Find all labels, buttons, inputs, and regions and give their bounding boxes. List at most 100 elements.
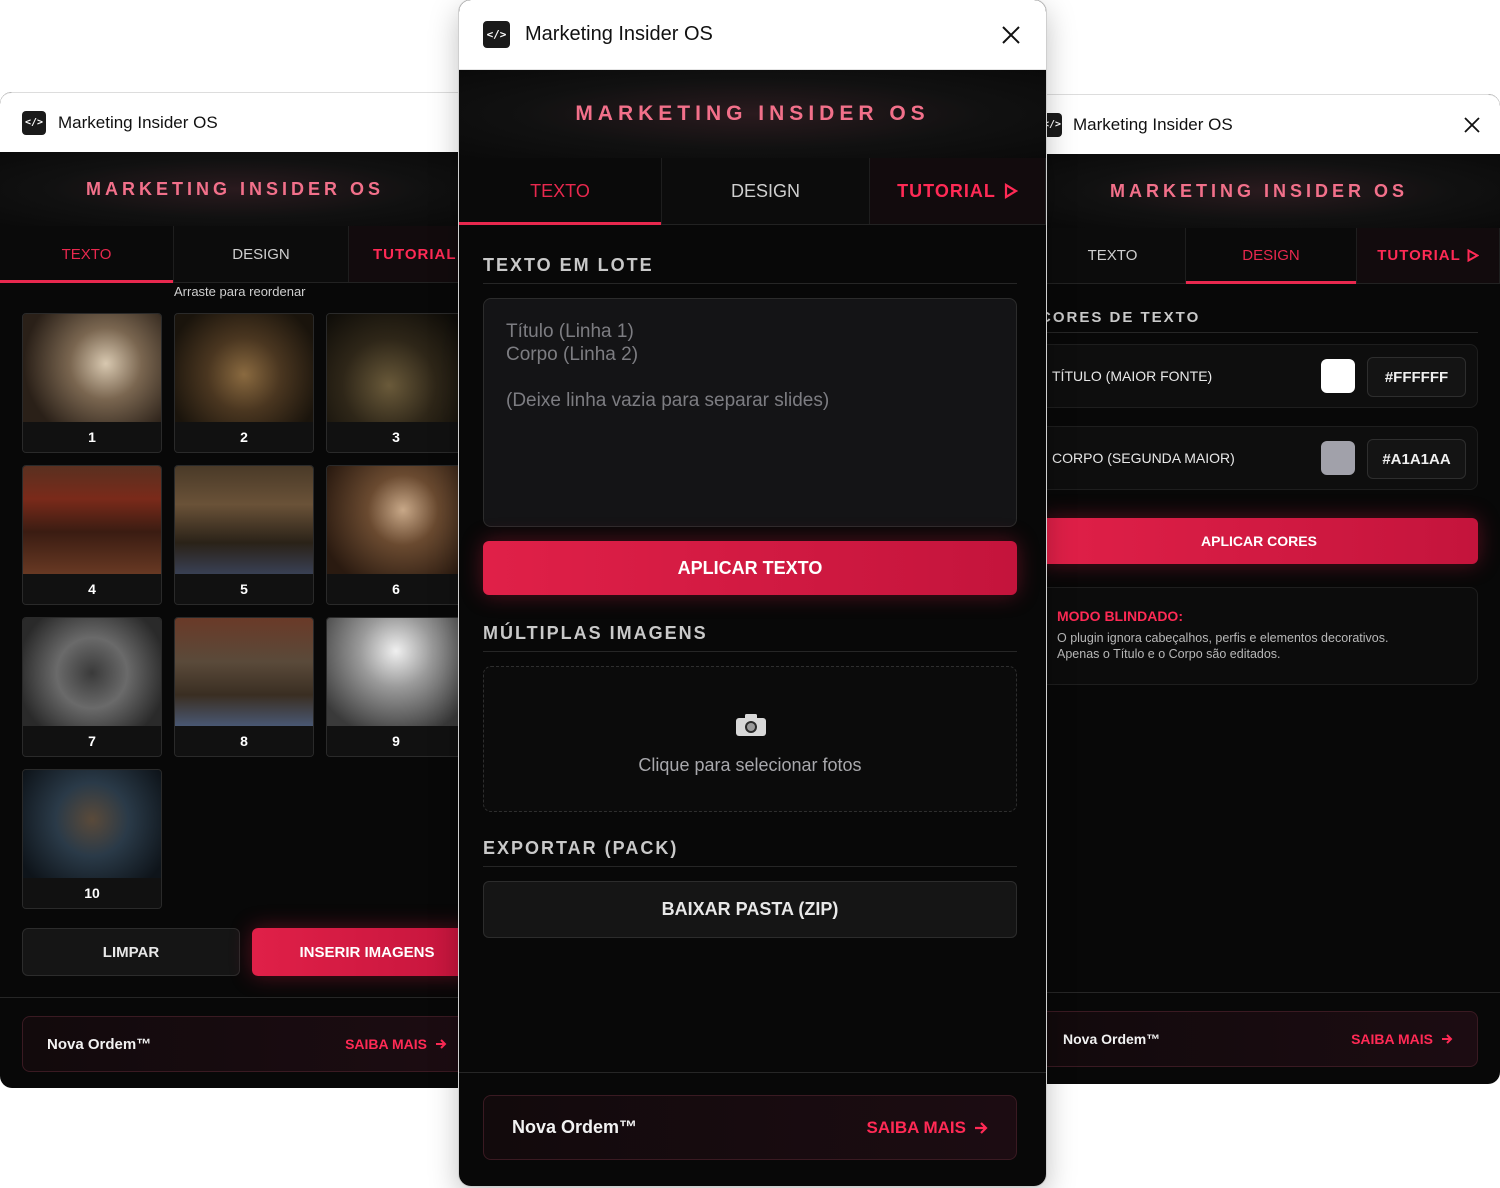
- photo-thumbnail: [327, 314, 465, 424]
- clear-button[interactable]: LIMPAR: [22, 928, 240, 976]
- tab-design[interactable]: DESIGN: [174, 226, 349, 282]
- footer-card[interactable]: Nova Ordem™ SAIBA MAIS: [22, 1016, 470, 1072]
- shield-mode-line2: Apenas o Título e o Corpo são editados.: [1057, 647, 1281, 661]
- tab-label: TEXTO: [530, 180, 590, 201]
- section-divider: [483, 866, 1017, 867]
- footer-divider: [0, 997, 470, 998]
- body-color-swatch[interactable]: [1321, 441, 1355, 475]
- body-color-input[interactable]: #A1A1AA: [1367, 439, 1466, 479]
- photo-thumbnail: [23, 770, 161, 880]
- shield-mode-line1: O plugin ignora cabeçalhos, perfis e ele…: [1057, 631, 1389, 645]
- arrow-right-icon: [975, 1121, 988, 1134]
- insert-images-button[interactable]: INSERIR IMAGENS: [252, 928, 470, 976]
- photo-thumbnail: [175, 466, 313, 576]
- section-divider: [483, 283, 1017, 284]
- thumbnail-3[interactable]: 3: [326, 313, 466, 453]
- thumbnail-4[interactable]: 4: [22, 465, 162, 605]
- title-color-label: TÍTULO (MAIOR FONTE): [1052, 368, 1213, 384]
- body-color-row: CORPO (SEGUNDA MAIOR) #A1A1AA: [1040, 426, 1478, 490]
- tab-label: DESIGN: [730, 180, 800, 201]
- tab-tutorial[interactable]: TUTORIAL: [1357, 228, 1500, 283]
- title-bar: </> Marketing Insider OS: [459, 0, 1046, 70]
- play-triangle-icon: [1467, 249, 1479, 262]
- thumbnail-2[interactable]: 2: [174, 313, 314, 453]
- center-plugin-window: </> Marketing Insider OS MARKETING INSID…: [459, 0, 1046, 1186]
- thumbnail-number: 9: [327, 726, 465, 756]
- apply-text-button[interactable]: APLICAR TEXTO: [483, 541, 1017, 595]
- brand-title: MARKETING INSIDER OS: [1109, 180, 1408, 201]
- shield-mode-title: MODO BLINDADO:: [1057, 608, 1183, 624]
- photo-thumbnail: [23, 466, 161, 576]
- learn-more-label: SAIBA MAIS: [345, 1036, 427, 1052]
- tab-label: TUTORIAL: [1377, 247, 1461, 264]
- section-divider: [483, 651, 1017, 652]
- window-title: Marketing Insider OS: [525, 23, 713, 45]
- title-color-input[interactable]: #FFFFFF: [1367, 357, 1466, 397]
- learn-more-link[interactable]: SAIBA MAIS: [345, 1036, 447, 1052]
- tab-design[interactable]: DESIGN: [1186, 228, 1357, 284]
- tab-label: TEXTO: [1087, 247, 1138, 264]
- thumbnail-number: 1: [23, 422, 161, 452]
- body-color-label: CORPO (SEGUNDA MAIOR): [1052, 450, 1235, 466]
- footer-brand: Nova Ordem™: [47, 1035, 152, 1053]
- window-title: Marketing Insider OS: [1073, 114, 1233, 134]
- section-title: EXPORTAR (PACK): [483, 838, 679, 858]
- thumbnail-9[interactable]: 9: [326, 617, 466, 757]
- section-divider: [1040, 332, 1478, 333]
- tab-tutorial[interactable]: TUTORIAL: [349, 226, 470, 282]
- title-color-row: TÍTULO (MAIOR FONTE) #FFFFFF: [1040, 344, 1478, 408]
- camera-icon: [736, 714, 766, 736]
- tab-texto[interactable]: TEXTO: [0, 226, 174, 283]
- footer-divider: [459, 1072, 1046, 1073]
- brand-header: MARKETING INSIDER OS: [0, 152, 470, 226]
- tab-label: DESIGN: [1242, 247, 1300, 264]
- thumbnail-number: 5: [175, 574, 313, 604]
- close-icon[interactable]: [1464, 117, 1480, 133]
- close-icon[interactable]: [1002, 26, 1020, 44]
- tab-tutorial[interactable]: TUTORIAL: [870, 158, 1046, 224]
- section-title: CORES DE TEXTO: [1040, 309, 1201, 326]
- tab-bar: TEXTO DESIGN TUTORIAL: [459, 158, 1046, 225]
- photo-thumbnail: [327, 618, 465, 728]
- tab-design[interactable]: DESIGN: [662, 158, 870, 224]
- photo-thumbnail: [175, 314, 313, 424]
- title-color-swatch[interactable]: [1321, 359, 1355, 393]
- arrow-right-icon: [1442, 1034, 1453, 1044]
- thumbnail-1[interactable]: 1: [22, 313, 162, 453]
- tab-label: TEXTO: [61, 245, 112, 263]
- photo-thumbnail: [23, 618, 161, 728]
- download-zip-button[interactable]: BAIXAR PASTA (ZIP): [483, 881, 1017, 938]
- footer-divider: [1040, 992, 1500, 993]
- tab-bar: TEXTO DESIGN TUTORIAL: [1040, 228, 1500, 284]
- photo-upload-dropzone[interactable]: Clique para selecionar fotos: [483, 666, 1017, 812]
- batch-text-area[interactable]: Título (Linha 1) Corpo (Linha 2) (Deixe …: [483, 298, 1017, 527]
- arrow-right-icon: [436, 1039, 447, 1049]
- thumbnail-8[interactable]: 8: [174, 617, 314, 757]
- upload-label: Clique para selecionar fotos: [638, 755, 862, 775]
- thumbnail-6[interactable]: 6: [326, 465, 466, 605]
- footer-brand: Nova Ordem™: [512, 1117, 638, 1137]
- thumbnail-7[interactable]: 7: [22, 617, 162, 757]
- brand-title: MARKETING INSIDER OS: [575, 102, 930, 125]
- tab-label: TUTORIAL: [373, 245, 457, 263]
- play-triangle-icon: [1004, 183, 1018, 199]
- window-title: Marketing Insider OS: [58, 112, 218, 132]
- learn-more-link[interactable]: SAIBA MAIS: [1351, 1031, 1453, 1047]
- thumbnail-5[interactable]: 5: [174, 465, 314, 605]
- apply-colors-button[interactable]: APLICAR CORES: [1040, 518, 1478, 564]
- photo-thumbnail: [327, 466, 465, 576]
- photo-thumbnail: [23, 314, 161, 424]
- brand-header: MARKETING INSIDER OS: [1040, 154, 1500, 228]
- title-bar: </> Marketing Insider OS: [1040, 94, 1500, 154]
- footer-card[interactable]: Nova Ordem™ SAIBA MAIS: [1040, 1011, 1478, 1067]
- tab-texto[interactable]: TEXTO: [459, 158, 662, 225]
- learn-more-link[interactable]: SAIBA MAIS: [867, 1118, 989, 1138]
- tab-texto[interactable]: TEXTO: [1040, 228, 1186, 283]
- thumbnail-number: 6: [327, 574, 465, 604]
- learn-more-label: SAIBA MAIS: [866, 1117, 967, 1137]
- thumbnail-10[interactable]: 10: [22, 769, 162, 909]
- reorder-hint: Arraste para reordenar: [174, 284, 306, 299]
- footer-card[interactable]: Nova Ordem™ SAIBA MAIS: [483, 1095, 1017, 1160]
- brand-title: MARKETING INSIDER OS: [85, 178, 384, 199]
- left-plugin-window: </> Marketing Insider OS MARKETING INSID…: [0, 92, 470, 1088]
